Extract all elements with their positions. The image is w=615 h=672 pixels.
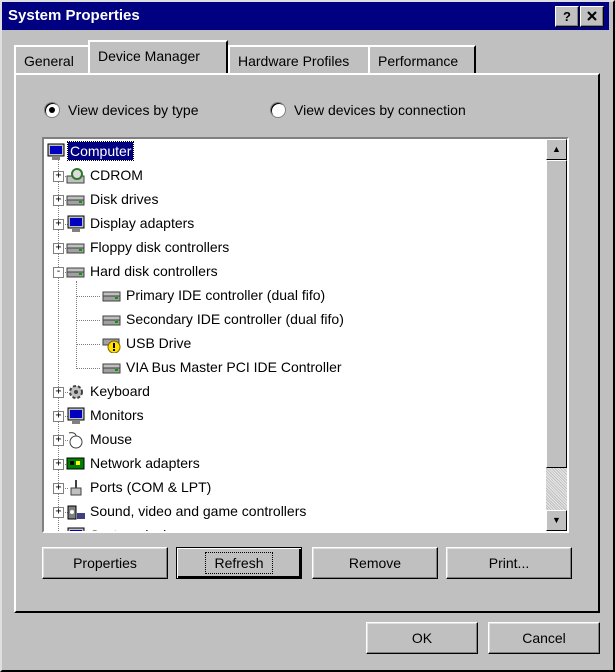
close-icon: [587, 11, 597, 21]
tab-hardware-profiles[interactable]: Hardware Profiles: [228, 45, 370, 73]
window-title: System Properties: [8, 7, 140, 24]
title-bar[interactable]: System Properties ?: [2, 2, 609, 30]
cancel-button[interactable]: Cancel: [488, 622, 600, 654]
tab-performance[interactable]: Performance: [368, 45, 476, 73]
device-manager-panel: [14, 73, 600, 613]
help-button[interactable]: ?: [555, 6, 579, 27]
tab-general[interactable]: General: [14, 45, 90, 73]
ok-button[interactable]: OK: [366, 622, 478, 654]
close-button[interactable]: [580, 6, 604, 27]
tab-device-manager[interactable]: Device Manager: [88, 40, 228, 73]
